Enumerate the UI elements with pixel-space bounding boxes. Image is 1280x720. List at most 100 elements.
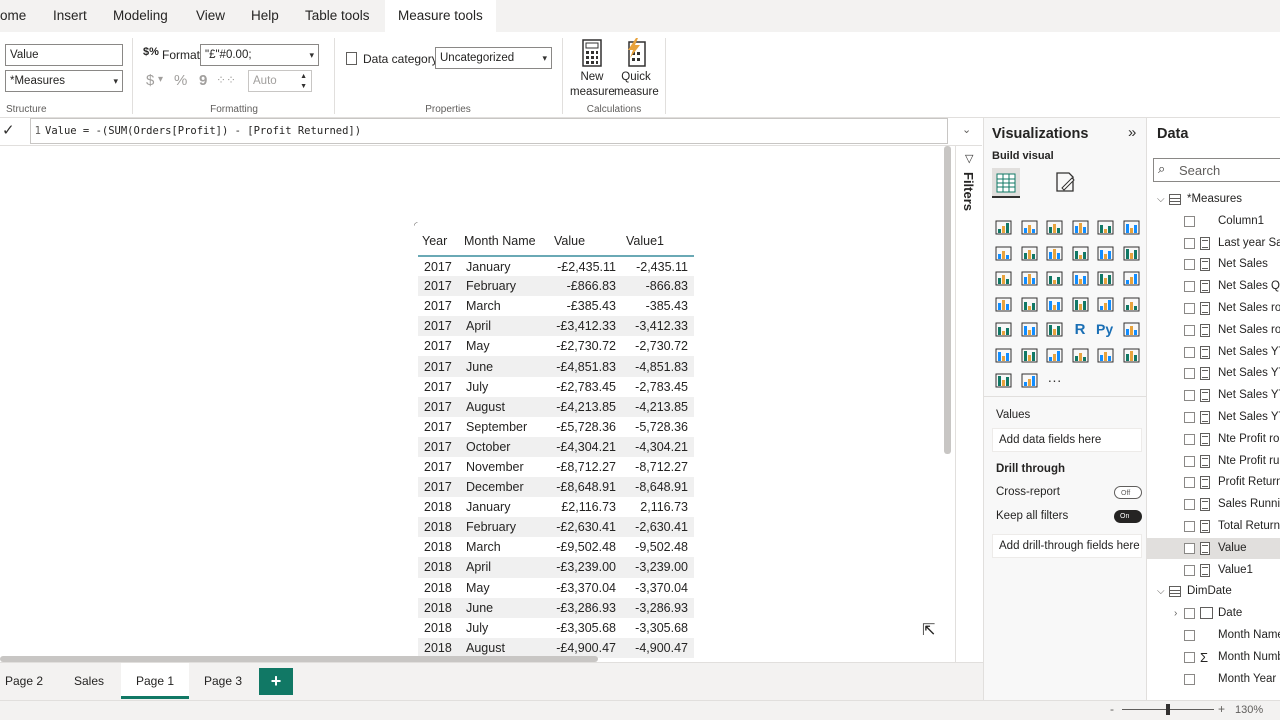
multi-row-card-icon[interactable]: [1096, 295, 1115, 314]
column-header-value1[interactable]: Value1: [622, 226, 694, 257]
matrix-icon[interactable]: [1045, 320, 1064, 339]
page-tab-page-3[interactable]: Page 3: [189, 663, 257, 699]
gauge-icon[interactable]: [1045, 295, 1064, 314]
data-field-item[interactable]: Net Sales Qc: [1147, 276, 1280, 297]
field-checkbox[interactable]: [1184, 455, 1195, 467]
paginated-report-icon[interactable]: [1096, 346, 1115, 365]
table-row[interactable]: 2017 August -£4,213.85 -4,213.85: [418, 396, 694, 417]
chevron-down-icon[interactable]: ⌵: [1157, 581, 1165, 602]
currency-icon[interactable]: $: [146, 72, 154, 89]
data-field-item[interactable]: Month Year: [1147, 669, 1280, 690]
map-icon[interactable]: [994, 295, 1013, 314]
values-drop-zone[interactable]: Add data fields here: [992, 428, 1142, 452]
r-visual-icon[interactable]: R: [1071, 320, 1090, 339]
data-search-box[interactable]: ⌕ Search: [1153, 158, 1280, 182]
data-table-measures[interactable]: ⌵ *Measures: [1147, 189, 1280, 210]
data-field-item[interactable]: Nte Profit rol: [1147, 429, 1280, 450]
field-checkbox[interactable]: [1184, 368, 1195, 380]
table-row[interactable]: 2017 June -£4,851.83 -4,851.83: [418, 356, 694, 377]
data-field-item[interactable]: Net Sales YT: [1147, 407, 1280, 428]
home-table-select[interactable]: *Measures ▾: [5, 70, 123, 92]
data-field-item[interactable]: Net Sales rol: [1147, 320, 1280, 341]
stacked-bar-chart-icon[interactable]: [994, 218, 1013, 237]
decimal-places-icon[interactable]: ⁘⁘: [216, 73, 236, 87]
build-visual-tab[interactable]: [992, 168, 1020, 198]
field-checkbox[interactable]: [1184, 346, 1195, 358]
qna-icon[interactable]: [1020, 346, 1039, 365]
field-checkbox[interactable]: [1184, 390, 1195, 402]
field-checkbox[interactable]: [1184, 542, 1195, 554]
field-checkbox[interactable]: [1184, 215, 1195, 227]
zoom-slider-thumb[interactable]: [1166, 704, 1170, 715]
data-field-item[interactable]: Net Sales YT: [1147, 363, 1280, 384]
waterfall-chart-icon[interactable]: [994, 269, 1013, 288]
clustered-column-chart-icon[interactable]: [1071, 218, 1090, 237]
power-apps-icon[interactable]: [1122, 346, 1141, 365]
100-stacked-bar-chart-icon[interactable]: [1096, 218, 1115, 237]
stacked-column-chart-icon[interactable]: [1020, 218, 1039, 237]
more-visuals-icon[interactable]: ···: [1045, 371, 1064, 390]
line-chart-icon[interactable]: [994, 244, 1013, 263]
menu-help[interactable]: Help: [251, 0, 279, 32]
menu-table-tools[interactable]: Table tools: [292, 0, 383, 32]
slicer-icon[interactable]: [994, 320, 1013, 339]
field-checkbox[interactable]: [1184, 477, 1195, 489]
field-checkbox[interactable]: [1184, 259, 1195, 271]
menu-view[interactable]: View: [196, 0, 225, 32]
card-icon[interactable]: [1071, 295, 1090, 314]
data-field-item[interactable]: Sales Runnin: [1147, 494, 1280, 515]
measure-name-field[interactable]: Value: [5, 44, 123, 66]
comma-style-icon[interactable]: 9: [199, 72, 207, 89]
clustered-bar-chart-icon[interactable]: [1045, 218, 1064, 237]
cross-report-toggle[interactable]: Off: [1114, 486, 1142, 499]
field-checkbox[interactable]: [1184, 433, 1195, 445]
stacked-area-chart-icon[interactable]: [1045, 244, 1064, 263]
keep-all-filters-toggle[interactable]: On: [1114, 510, 1142, 523]
field-checkbox[interactable]: [1184, 608, 1195, 620]
treemap-icon[interactable]: [1122, 269, 1141, 288]
donut-chart-icon[interactable]: [1096, 269, 1115, 288]
power-automate-icon[interactable]: [994, 371, 1013, 390]
field-checkbox[interactable]: [1184, 324, 1195, 336]
table-row[interactable]: 2018 March -£9,502.48 -9,502.48: [418, 537, 694, 557]
arcgis-map-icon[interactable]: [1020, 371, 1039, 390]
data-field-item[interactable]: Σ Month Numb: [1147, 647, 1280, 668]
data-category-select[interactable]: Uncategorized ▾: [435, 47, 552, 69]
data-field-item[interactable]: Value: [1147, 537, 1280, 559]
kpi-icon[interactable]: [1122, 295, 1141, 314]
data-field-item[interactable]: Month Name: [1147, 625, 1280, 646]
data-field-item[interactable]: Net Sales rol: [1147, 298, 1280, 319]
menu-modeling[interactable]: Modeling: [113, 0, 168, 32]
zoom-level[interactable]: 130%: [1235, 704, 1263, 716]
field-checkbox[interactable]: [1184, 303, 1195, 314]
field-checkbox[interactable]: [1184, 673, 1195, 685]
page-tab-page-1[interactable]: Page 1: [121, 663, 189, 699]
decimals-spinner[interactable]: Auto ▲ ▼: [248, 70, 312, 92]
table-row[interactable]: 2017 January -£2,435.11 -2,435.11: [418, 256, 694, 276]
expand-formula-chevron-icon[interactable]: ⌄: [962, 123, 971, 136]
add-page-button[interactable]: +: [259, 668, 293, 695]
menu-insert[interactable]: Insert: [53, 0, 87, 32]
table-row[interactable]: 2017 March -£385.43 -385.43: [418, 296, 694, 316]
menu-measure-tools[interactable]: Measure tools: [385, 0, 496, 32]
table-row[interactable]: 2017 May -£2,730.72 -2,730.72: [418, 336, 694, 356]
field-checkbox[interactable]: [1184, 412, 1195, 423]
table-row[interactable]: 2017 February -£866.83 -866.83: [418, 276, 694, 297]
quick-measure-button[interactable]: Quick measure: [614, 36, 659, 100]
column-header-month-name[interactable]: Month Name: [460, 226, 550, 257]
chevron-right-icon[interactable]: ›: [1174, 603, 1177, 624]
field-checkbox[interactable]: [1184, 281, 1195, 293]
data-field-item[interactable]: Column1: [1147, 211, 1280, 232]
field-checkbox[interactable]: [1184, 237, 1195, 249]
page-tab-page-2[interactable]: Page 2: [0, 663, 48, 699]
zoom-out-button[interactable]: -: [1110, 702, 1114, 716]
line-and-clustered-column-chart-icon[interactable]: [1096, 244, 1115, 263]
field-checkbox[interactable]: [1184, 499, 1195, 511]
data-field-item[interactable]: Net Sales YT: [1147, 385, 1280, 406]
column-header-year[interactable]: Year: [418, 226, 460, 257]
python-visual-icon[interactable]: Py: [1096, 320, 1115, 339]
field-checkbox[interactable]: [1184, 521, 1195, 532]
data-field-item[interactable]: Profit Returne: [1147, 472, 1280, 493]
filters-pane-collapsed[interactable]: ▽ Filters: [955, 146, 983, 666]
table-icon[interactable]: [1020, 320, 1039, 339]
